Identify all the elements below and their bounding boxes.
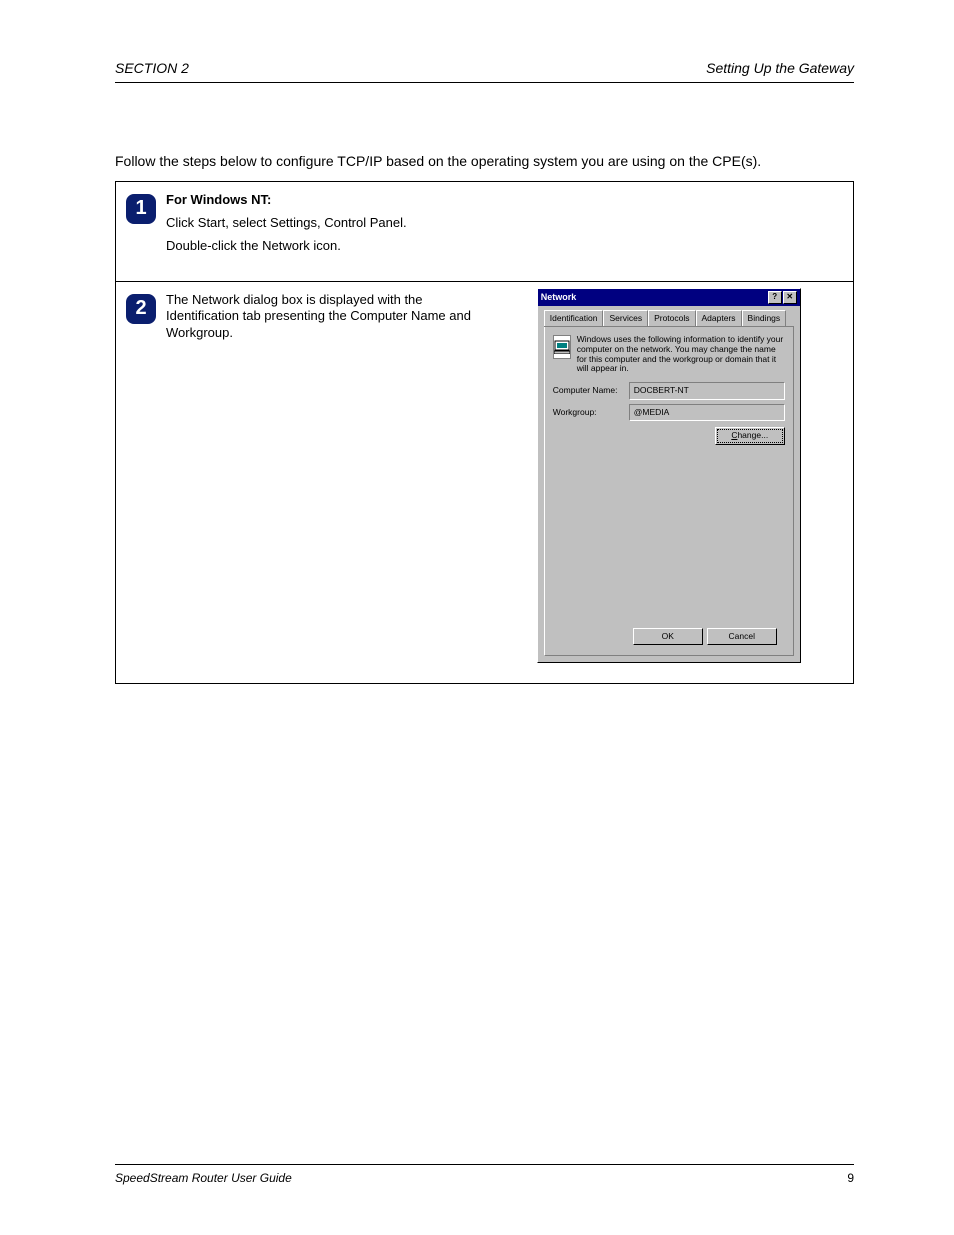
section-title: Setting Up the Gateway [706, 60, 854, 76]
book-title: SpeedStream Router User Guide [115, 1171, 292, 1185]
step2-text: The Network dialog box is displayed with… [166, 292, 473, 343]
page-footer: SpeedStream Router User Guide 9 [115, 1171, 854, 1185]
computer-name-value: DOCBERT-NT [629, 382, 785, 399]
step1-line1: Click Start, select Settings, Control Pa… [166, 215, 407, 232]
tab-identification[interactable]: Identification [544, 310, 604, 326]
tab-adapters[interactable]: Adapters [696, 310, 742, 326]
page-number: 9 [847, 1171, 854, 1185]
change-button[interactable]: Change... [715, 427, 785, 444]
running-header: SECTION 2 Setting Up the Gateway [115, 60, 854, 80]
step-badge-1: 1 [126, 194, 156, 224]
help-icon[interactable]: ? [768, 291, 782, 304]
step1-heading: For Windows NT: [166, 192, 271, 207]
network-dialog: Network ? ✕ Identification Services Prot… [537, 288, 801, 663]
computer-name-label: Computer Name: [553, 385, 623, 396]
dialog-description: Windows uses the following information t… [577, 335, 785, 374]
step1-line2: Double-click the Network icon. [166, 238, 407, 255]
tab-services[interactable]: Services [603, 310, 648, 326]
dialog-titlebar: Network ? ✕ [538, 289, 800, 306]
tab-bindings[interactable]: Bindings [742, 310, 787, 326]
intro-paragraph: Follow the steps below to configure TCP/… [115, 152, 854, 171]
tab-panel-identification: Windows uses the following information t… [544, 327, 794, 656]
steps-table: 1 For Windows NT: Click Start, select Se… [115, 181, 854, 684]
step-row-2: 2 The Network dialog box is displayed wi… [116, 282, 853, 683]
dialog-tabs: Identification Services Protocols Adapte… [544, 310, 794, 327]
workgroup-value: @MEDIA [629, 404, 785, 421]
computer-icon [553, 335, 571, 359]
dialog-title: Network [541, 291, 577, 303]
tab-protocols[interactable]: Protocols [648, 310, 695, 326]
footer-rule [115, 1164, 854, 1165]
close-icon[interactable]: ✕ [783, 291, 797, 304]
step-row-1: 1 For Windows NT: Click Start, select Se… [116, 182, 853, 282]
cancel-button[interactable]: Cancel [707, 628, 777, 645]
step-badge-2: 2 [126, 294, 156, 324]
section-label: SECTION 2 [115, 60, 189, 76]
workgroup-label: Workgroup: [553, 407, 623, 418]
ok-button[interactable]: OK [633, 628, 703, 645]
